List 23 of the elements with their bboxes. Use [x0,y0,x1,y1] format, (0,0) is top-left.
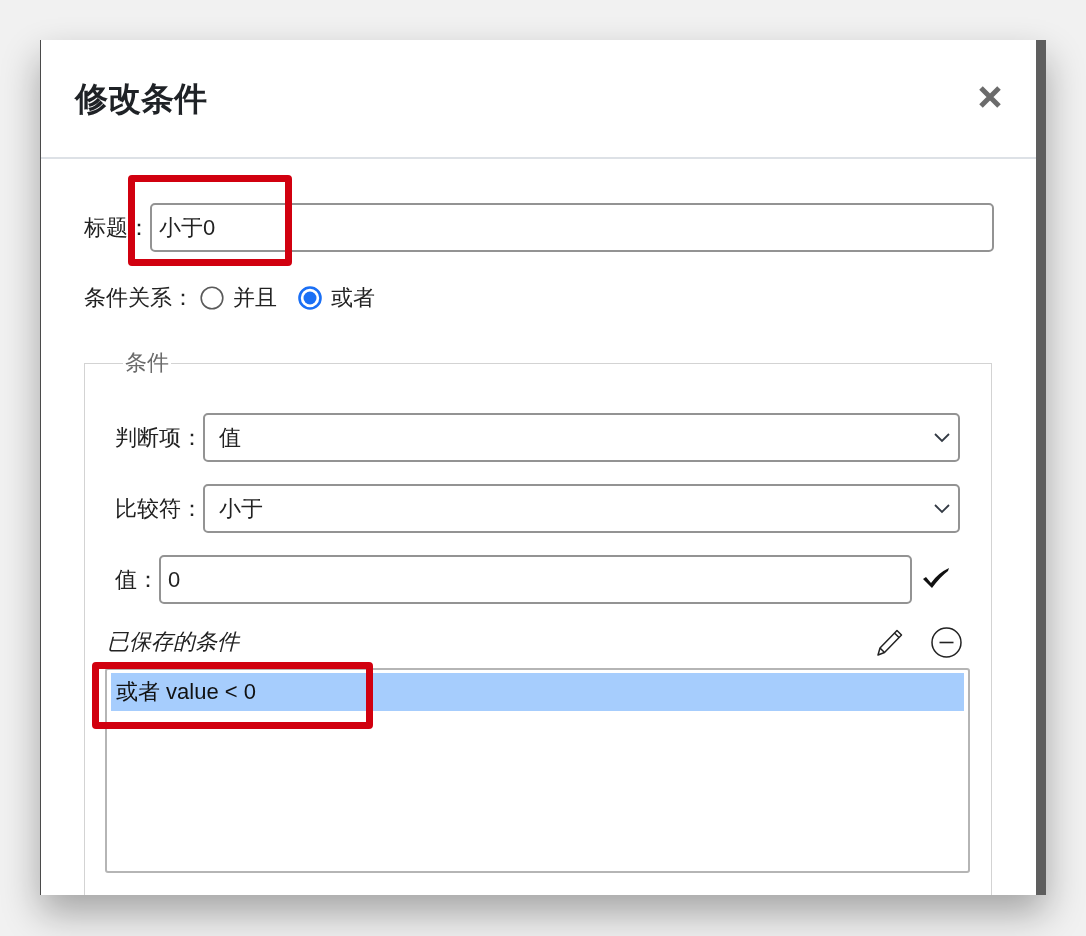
radio-icon[interactable] [200,286,224,310]
check-icon[interactable] [922,565,950,590]
list-item[interactable]: 或者 value < 0 [111,673,964,711]
radio-icon[interactable] [298,286,322,310]
group-legend: 条件 [123,350,171,376]
radio-option[interactable]: 或者 [298,283,375,313]
value-input[interactable]: 0 [159,555,912,604]
field-label: 比较符： [115,494,203,523]
chevron-down-icon [934,503,950,514]
saved-heading: 已保存的条件 [107,628,239,656]
field-label: 值： [115,565,159,594]
dialog-title: 修改条件 [75,78,207,119]
dropdown[interactable]: 小于 [203,484,960,533]
field-label: 条件关系： [84,284,194,312]
field-label: 标题： [84,213,150,242]
title-input[interactable]: 小于0 [150,203,994,252]
radio-option[interactable]: 并且 [200,283,277,313]
dropdown[interactable]: 值 [203,413,960,462]
chevron-down-icon [934,432,950,443]
close-icon[interactable] [978,84,1002,109]
pencil-icon[interactable] [876,627,903,657]
minus-circle-icon[interactable] [931,626,962,658]
field-label: 判断项： [115,423,203,452]
